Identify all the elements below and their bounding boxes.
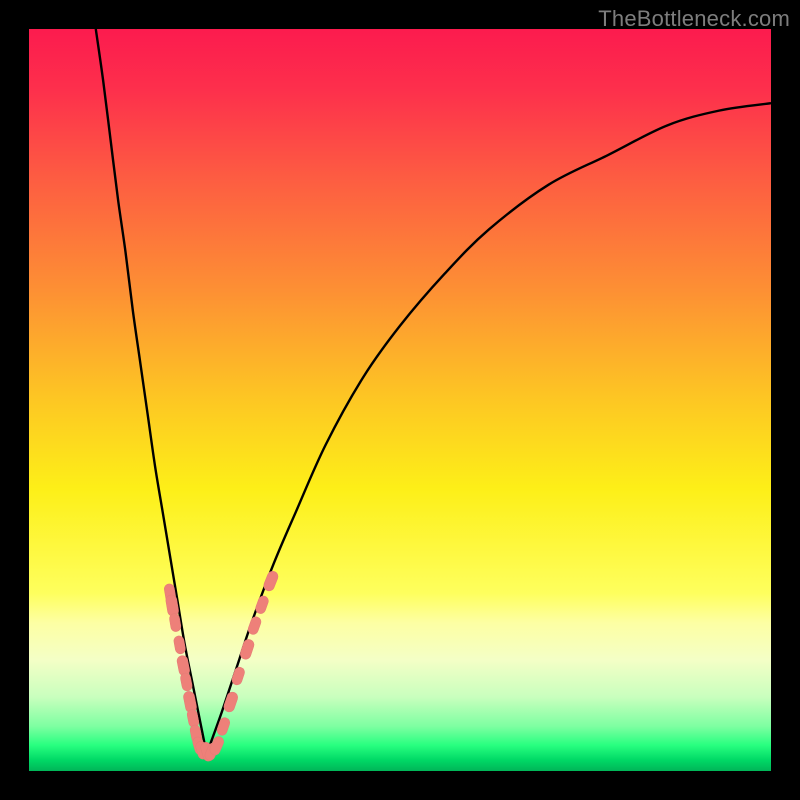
watermark-text: TheBottleneck.com — [598, 6, 790, 32]
gradient-background — [29, 29, 771, 771]
plot-area — [29, 29, 771, 771]
chart-frame: TheBottleneck.com — [0, 0, 800, 800]
plot-svg — [29, 29, 771, 771]
